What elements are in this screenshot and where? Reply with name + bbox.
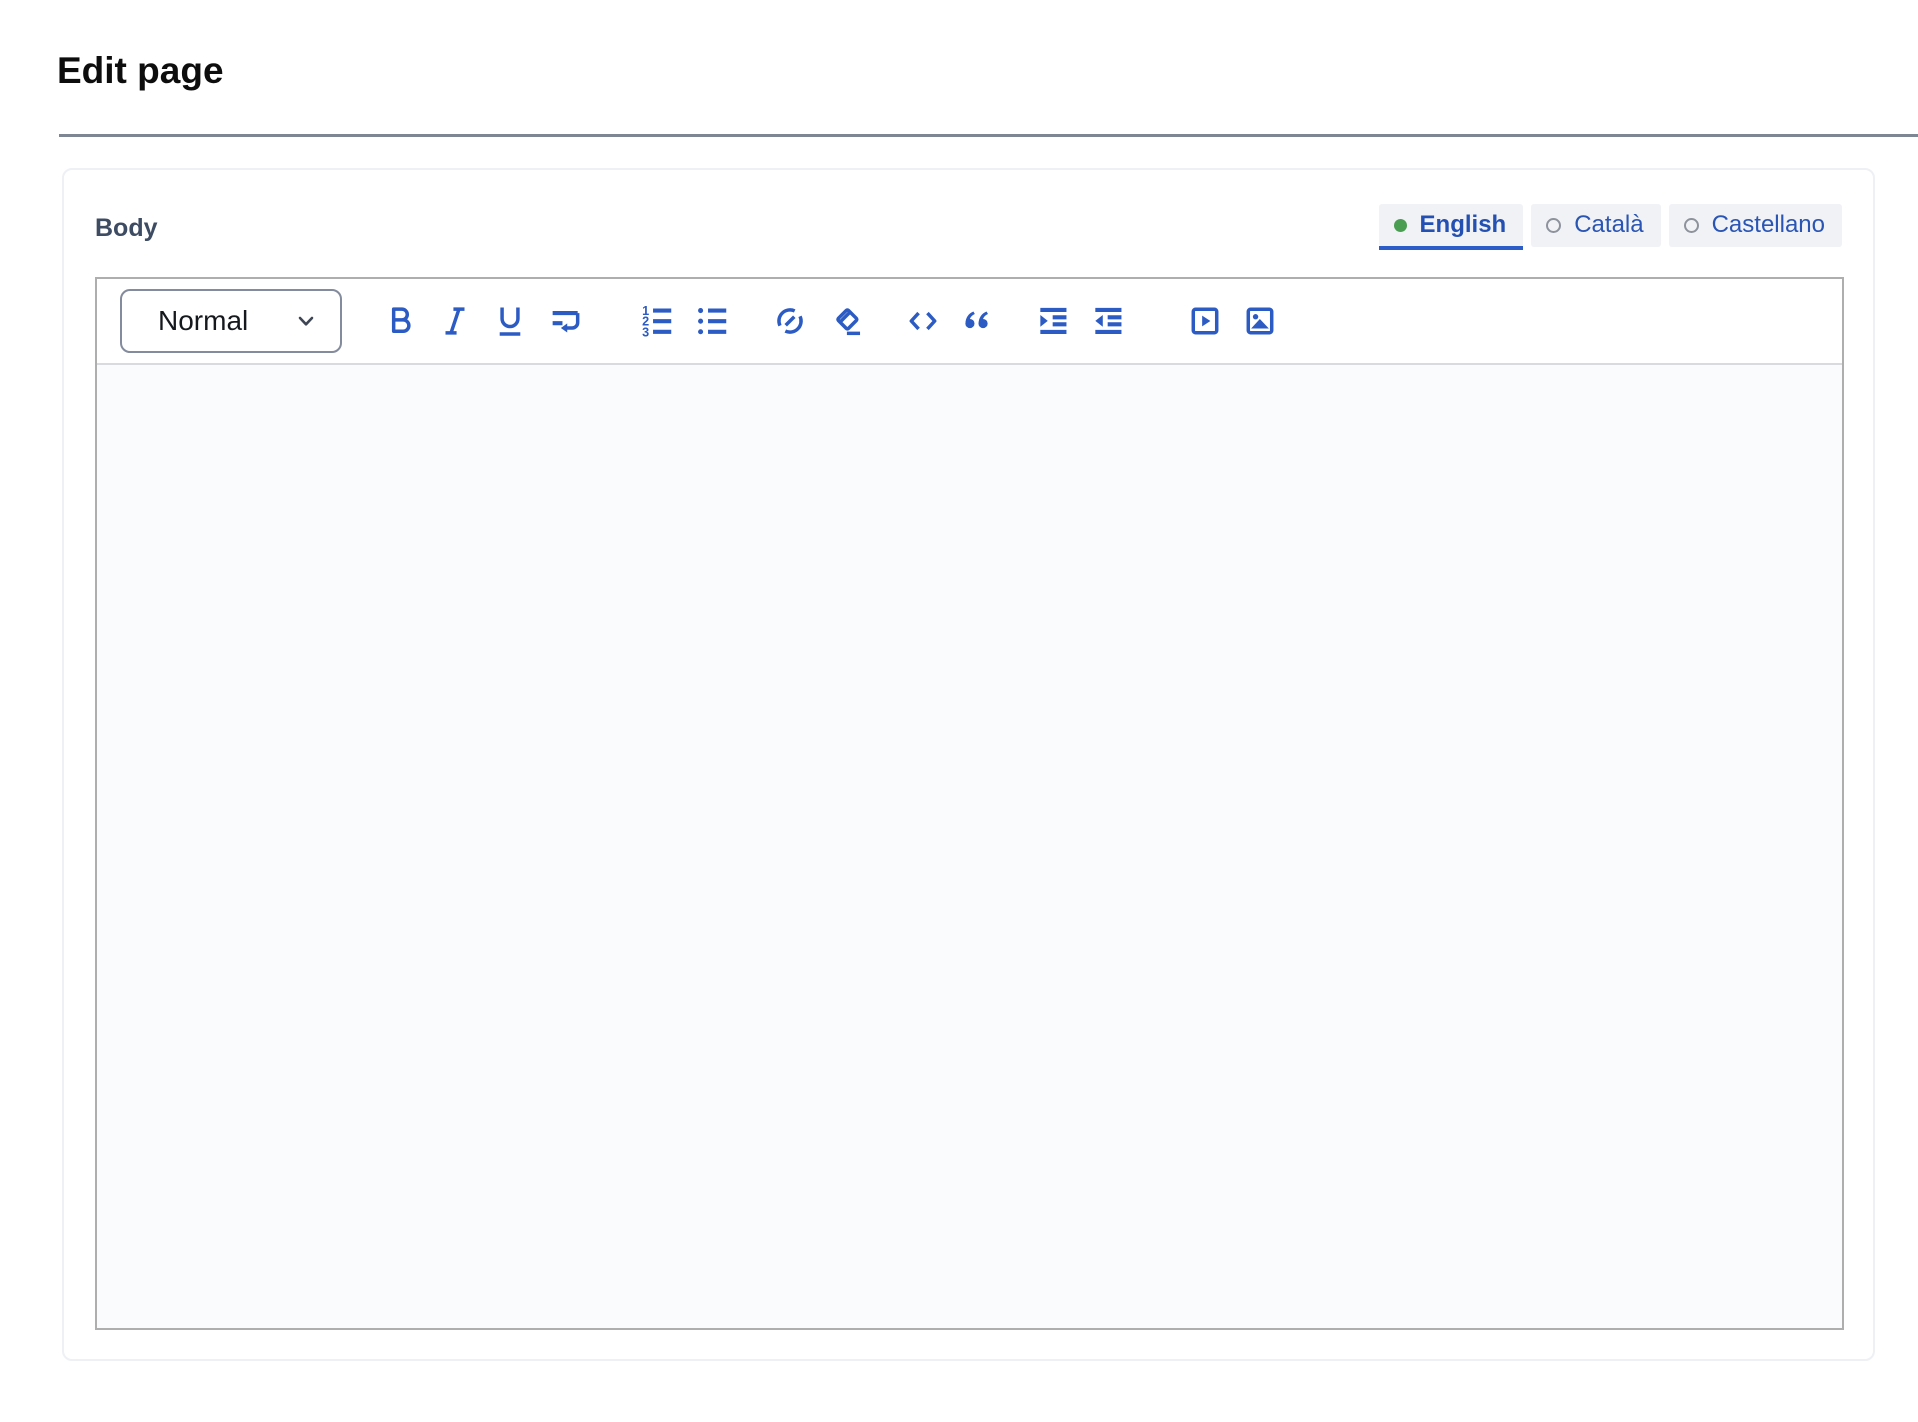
italic-button[interactable] bbox=[436, 302, 474, 340]
numbered-list-icon: 1 2 3 bbox=[638, 302, 676, 340]
field-label: Body bbox=[95, 214, 158, 243]
svg-text:3: 3 bbox=[642, 325, 649, 339]
code-button[interactable] bbox=[904, 302, 942, 340]
underline-button[interactable] bbox=[491, 302, 529, 340]
lang-tab-castellano[interactable]: Castellano bbox=[1669, 204, 1842, 247]
quote-icon bbox=[959, 302, 997, 340]
style-dropdown[interactable]: Normal bbox=[120, 289, 342, 353]
link-button[interactable] bbox=[771, 302, 809, 340]
rich-text-editor: Normal bbox=[95, 277, 1844, 1330]
indent-button[interactable] bbox=[1034, 302, 1072, 340]
image-button[interactable] bbox=[1241, 302, 1279, 340]
image-icon bbox=[1241, 302, 1279, 340]
indent-icon bbox=[1034, 302, 1072, 340]
numbered-list-button[interactable]: 1 2 3 bbox=[638, 302, 676, 340]
language-tabs: English Català Castellano bbox=[1379, 204, 1842, 247]
video-icon bbox=[1186, 302, 1224, 340]
panel-header: Body English Català Castellano bbox=[95, 204, 1842, 247]
italic-icon bbox=[436, 302, 474, 340]
code-icon bbox=[904, 302, 942, 340]
title-divider bbox=[59, 134, 1918, 137]
radio-circle-icon bbox=[1684, 218, 1699, 233]
lang-tab-english[interactable]: English bbox=[1379, 204, 1524, 247]
lang-tab-label: Castellano bbox=[1712, 211, 1825, 239]
outdent-icon bbox=[1089, 302, 1127, 340]
wrap-text-button[interactable] bbox=[546, 302, 584, 340]
eraser-icon bbox=[826, 302, 864, 340]
radio-circle-icon bbox=[1546, 218, 1561, 233]
outdent-button[interactable] bbox=[1089, 302, 1127, 340]
blockquote-button[interactable] bbox=[959, 302, 997, 340]
editor-body-input[interactable] bbox=[97, 365, 1842, 1328]
body-field-panel: Body English Català Castellano Normal bbox=[62, 168, 1875, 1361]
lang-tab-label: Català bbox=[1574, 211, 1643, 239]
lang-tab-catala[interactable]: Català bbox=[1531, 204, 1660, 247]
wrap-text-icon bbox=[546, 302, 584, 340]
underline-icon bbox=[491, 302, 529, 340]
video-button[interactable] bbox=[1186, 302, 1224, 340]
style-dropdown-value: Normal bbox=[158, 305, 248, 337]
bold-icon bbox=[381, 302, 419, 340]
lang-tab-label: English bbox=[1420, 211, 1507, 239]
link-icon bbox=[771, 302, 809, 340]
chevron-down-icon bbox=[294, 309, 318, 333]
bullet-list-button[interactable] bbox=[693, 302, 731, 340]
editor-toolbar: Normal bbox=[97, 279, 1842, 365]
bullet-list-icon bbox=[693, 302, 731, 340]
page-title: Edit page bbox=[57, 50, 1918, 92]
remove-format-button[interactable] bbox=[826, 302, 864, 340]
active-dot-icon bbox=[1394, 219, 1407, 232]
bold-button[interactable] bbox=[381, 302, 419, 340]
